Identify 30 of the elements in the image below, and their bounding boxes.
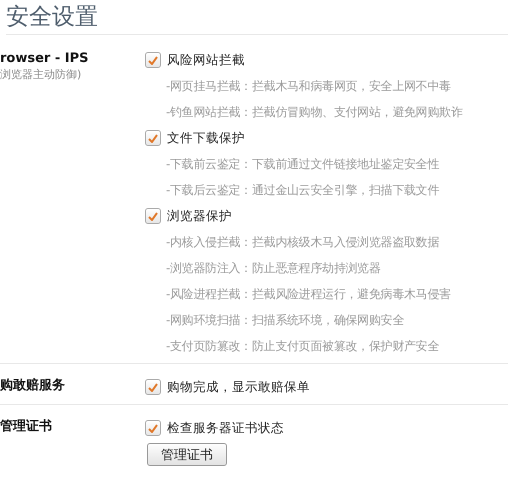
option-label: 文件下载保护 xyxy=(167,130,245,146)
checkbox[interactable] xyxy=(145,420,161,436)
check-icon xyxy=(148,56,158,64)
page-title: 安全设置 xyxy=(5,3,99,32)
option-description: -浏览器防注入：防止恶意程序劫持浏览器 xyxy=(165,260,382,277)
option-label: 浏览器保护 xyxy=(167,208,232,224)
option-label: 风险网站拦截 xyxy=(167,52,245,68)
option-label: 检查服务器证书状态 xyxy=(167,420,284,436)
check-icon xyxy=(148,134,158,142)
checkbox[interactable] xyxy=(145,130,161,146)
option-description: -下载前云鉴定：下载前通过文件链接地址鉴定安全性 xyxy=(165,156,440,173)
checkbox[interactable] xyxy=(145,379,161,395)
option-description: -下载后云鉴定：通过金山云安全引擎，扫描下载文件 xyxy=(165,182,440,199)
option-description: -钓鱼网站拦截：拦截仿冒购物、支付网站，避免网购欺诈 xyxy=(165,104,464,121)
option-description: -支付页防篡改：防止支付页面被篡改，保护财产安全 xyxy=(165,338,440,355)
option-description: -内核入侵拦截：拦截内核级木马入侵浏览器盗取数据 xyxy=(165,234,440,251)
manage-certificates-button[interactable]: 管理证书 xyxy=(147,443,227,466)
option-label: 购物完成，显示敢赔保单 xyxy=(167,378,310,396)
section-sublabel: 浏览器主动防御) xyxy=(0,67,82,83)
checkbox[interactable] xyxy=(145,52,161,68)
check-icon xyxy=(148,382,158,392)
section-label: 管理证书 xyxy=(0,419,53,435)
check-icon xyxy=(148,212,158,220)
check-icon xyxy=(148,424,158,432)
section-label: rowser - IPS xyxy=(0,51,90,67)
option-description: -网页挂马拦截：拦截木马和病毒网页，安全上网不中毒 xyxy=(165,78,452,95)
option-description: -风险进程拦截：拦截风险进程运行，避免病毒木马侵害 xyxy=(165,286,452,303)
section-label: 购敢赔服务 xyxy=(0,378,66,394)
checkbox[interactable] xyxy=(145,208,161,224)
option-description: -网购环境扫描：扫描系统环境，确保网购安全 xyxy=(165,312,406,329)
